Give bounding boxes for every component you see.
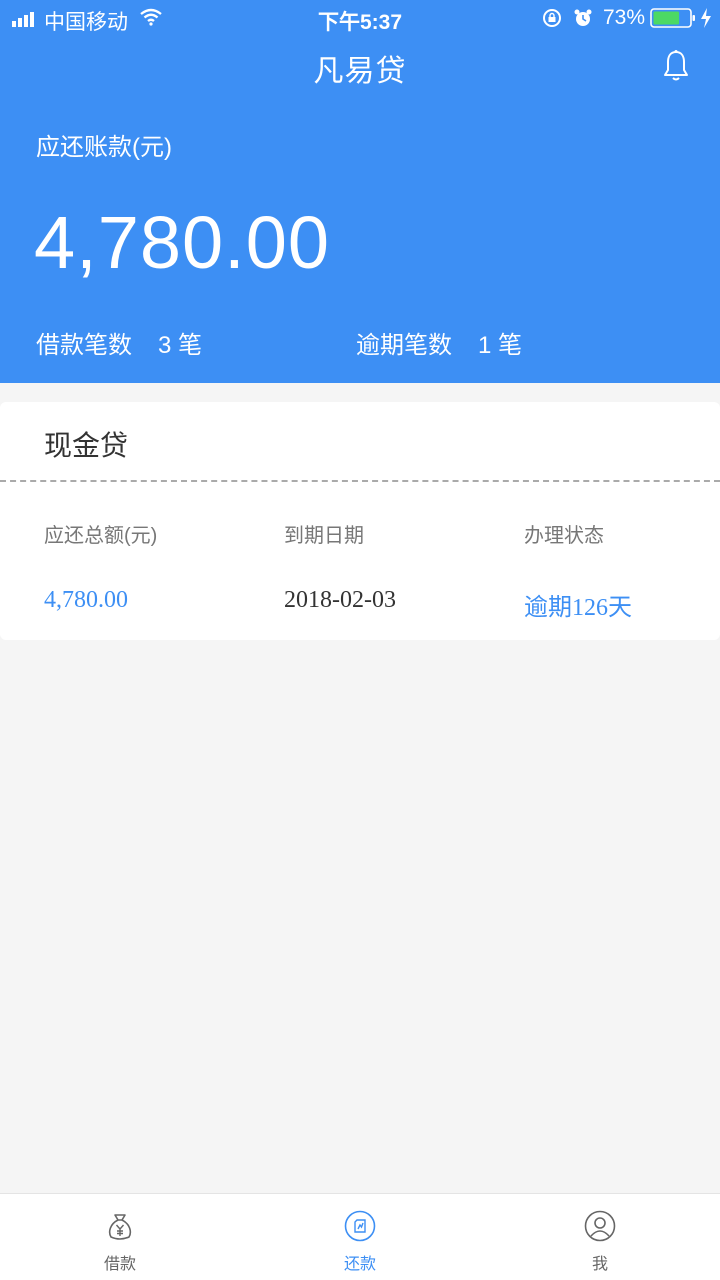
overdue-count-value: 1 笔 bbox=[478, 332, 523, 359]
tab-bar: 借款 还款 我 bbox=[0, 1193, 720, 1280]
tab-repay[interactable]: 还款 bbox=[240, 1194, 480, 1280]
total-due-value: 4,780.00 bbox=[44, 587, 128, 613]
overdue-count: 逾期笔数 1 笔 bbox=[356, 325, 522, 360]
app-title: 凡易贷 bbox=[313, 55, 407, 88]
loan-count-label: 借款笔数 bbox=[36, 332, 132, 359]
alarm-icon bbox=[574, 9, 592, 26]
tab-borrow[interactable]: 借款 bbox=[0, 1194, 240, 1280]
repay-icon bbox=[344, 1210, 376, 1242]
status-bar: 中国移动 下午5:37 73% bbox=[0, 0, 720, 36]
battery-percent: 73% bbox=[603, 6, 646, 29]
charging-icon bbox=[701, 8, 711, 28]
tab-label: 我 bbox=[591, 1256, 608, 1273]
rotation-lock-icon bbox=[543, 9, 561, 27]
tab-me[interactable]: 我 bbox=[480, 1194, 720, 1280]
loan-count: 借款笔数 3 笔 bbox=[36, 325, 202, 360]
bell-icon[interactable] bbox=[661, 49, 691, 83]
header-due-date: 到期日期 bbox=[284, 525, 364, 547]
loan-card[interactable]: 现金贷 应还总额(元) 到期日期 办理状态 4,780.00 2018-02-0… bbox=[0, 402, 720, 640]
due-amount: 4,780.00 bbox=[34, 201, 331, 284]
summary-header: 中国移动 下午5:37 73% 凡易贷 应还账款(元) 4,780.00 借款笔… bbox=[0, 0, 720, 383]
dashed-divider bbox=[0, 480, 720, 482]
battery-icon bbox=[650, 8, 695, 28]
header-total-due: 应还总额(元) bbox=[44, 525, 158, 547]
tab-label: 借款 bbox=[103, 1256, 136, 1273]
loan-count-value: 3 笔 bbox=[158, 332, 203, 359]
tab-label: 还款 bbox=[343, 1256, 376, 1273]
status-value: 逾期126天 bbox=[524, 595, 632, 621]
user-icon bbox=[584, 1210, 616, 1242]
header-status: 办理状态 bbox=[524, 525, 604, 547]
loan-card-title: 现金贷 bbox=[44, 430, 129, 461]
due-date-value: 2018-02-03 bbox=[284, 587, 396, 613]
overdue-count-label: 逾期笔数 bbox=[356, 332, 452, 359]
money-bag-icon bbox=[108, 1214, 132, 1240]
due-label: 应还账款(元) bbox=[36, 134, 172, 161]
